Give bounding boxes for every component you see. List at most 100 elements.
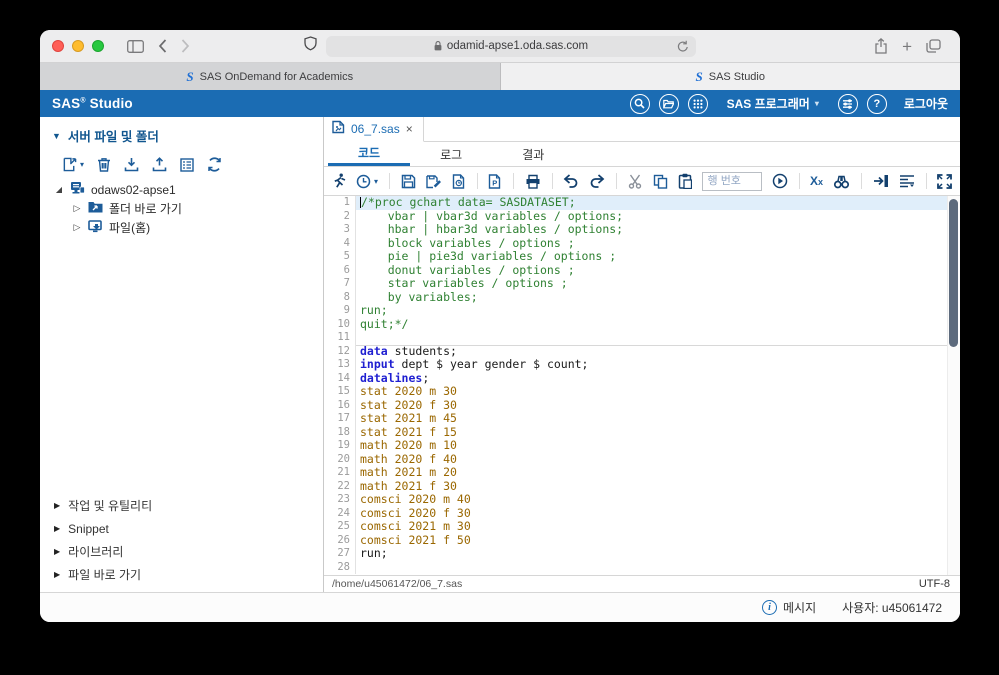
info-icon: i [762,600,777,615]
sidebar-toggle-icon[interactable] [127,40,144,53]
code-line[interactable]: 18stat 2021 f 15 [324,426,960,440]
browser-tab-sas-studio[interactable]: S SAS Studio [501,63,961,90]
tab-code[interactable]: 코드 [328,142,410,166]
code-line[interactable]: 24comsci 2020 f 30 [324,507,960,521]
refresh-button[interactable] [207,157,222,172]
code-editor[interactable]: 1/*proc gchart data= SASDATASET;2 vbar |… [324,196,960,575]
save-as-button[interactable] [426,174,442,189]
code-line[interactable]: 1/*proc gchart data= SASDATASET; [324,196,960,210]
scrollbar-thumb[interactable] [949,199,958,347]
download-button[interactable] [124,157,139,172]
code-line[interactable]: 23comsci 2020 m 40 [324,493,960,507]
tree-collapsed-icon[interactable]: ▷ [72,203,82,214]
sidebar-section-1[interactable]: ▶Snippet [40,517,323,540]
maximize-view-button[interactable] [937,174,952,189]
tree-node-server[interactable]: ◢ odaws02-apse1 [40,180,323,199]
messages-button[interactable]: i 메시지 [762,599,816,616]
sidebar-section-3[interactable]: ▶파일 바로 가기 [40,563,323,586]
forward-button[interactable] [181,39,190,53]
logout-button[interactable]: 로그아웃 [904,95,948,112]
zoom-window-button[interactable] [92,40,104,52]
code-line[interactable]: 10quit;*/ [324,318,960,332]
code-line[interactable]: 20math 2020 f 40 [324,453,960,467]
close-tab-icon[interactable]: × [406,122,413,136]
run-button[interactable] [332,173,346,189]
sidebar-section-0[interactable]: ▶작업 및 유틸리티 [40,494,323,517]
share-icon[interactable] [874,38,888,54]
code-line[interactable]: 15stat 2020 m 30 [324,385,960,399]
code-line[interactable]: 6 donut variables / options ; [324,264,960,278]
home-files-icon [88,220,103,236]
code-line[interactable]: 25comsci 2021 m 30 [324,520,960,534]
code-line[interactable]: 11 [324,331,960,345]
tab-results[interactable]: 결과 [492,142,574,166]
preferences-icon[interactable] [838,94,858,114]
code-line[interactable]: 22math 2021 f 30 [324,480,960,494]
open-folder-icon[interactable] [659,94,679,114]
code-line[interactable]: 12data students; [324,345,960,359]
copy-button[interactable] [653,174,668,189]
format-code-button[interactable] [899,174,915,188]
code-line[interactable]: 3 hbar | hbar3d variables / options; [324,223,960,237]
tree-node-files-home[interactable]: ▷ 파일(홈) [40,218,323,237]
section-collapsed-icon: ▶ [54,570,60,579]
find-replace-button[interactable] [833,174,850,189]
code-line[interactable]: 27run; [324,547,960,561]
code-line[interactable]: 9run; [324,304,960,318]
line-number-input[interactable] [702,172,762,191]
sidebar-panel-server-files[interactable]: ▼ 서버 파일 및 폴더 [40,117,323,149]
code-line[interactable]: 5 pie | pie3d variables / options ; [324,250,960,264]
code-line[interactable]: 21math 2021 m 20 [324,466,960,480]
new-item-button[interactable]: ▾ [62,157,84,172]
apps-grid-icon[interactable] [688,94,708,114]
upload-button[interactable] [152,157,167,172]
new-tab-icon[interactable]: + [902,38,912,55]
role-selector[interactable]: SAS 프로그래머 ▾ [727,95,819,112]
clear-code-button[interactable]: Xx [810,175,823,187]
minimize-window-button[interactable] [72,40,84,52]
help-icon[interactable]: ? [867,94,887,114]
code-line[interactable]: 19math 2020 m 10 [324,439,960,453]
close-window-button[interactable] [52,40,64,52]
goto-region-button[interactable] [873,174,889,188]
tab-overview-icon[interactable] [926,39,941,53]
delete-button[interactable] [97,157,111,172]
save-button[interactable] [401,174,416,189]
code-line[interactable]: 4 block variables / options ; [324,237,960,251]
folder-shortcut-icon [88,201,103,216]
address-bar[interactable]: odamid-apse1.oda.sas.com [326,36,696,57]
code-line[interactable]: 8 by variables; [324,291,960,305]
code-line[interactable]: 14datalines; [324,372,960,386]
undo-button[interactable] [563,174,579,188]
tree-expanded-icon[interactable]: ◢ [54,185,64,194]
code-line[interactable]: 28 [324,561,960,575]
line-number: 26 [324,534,356,548]
code-line[interactable]: 13input dept $ year gender $ count; [324,358,960,372]
privacy-shield-icon[interactable] [304,36,317,56]
code-line[interactable]: 17stat 2021 m 45 [324,412,960,426]
redo-button[interactable] [589,174,605,188]
editor-scrollbar[interactable] [947,196,960,575]
reload-icon[interactable] [677,40,689,56]
cut-button[interactable] [628,174,643,189]
back-button[interactable] [158,39,167,53]
properties-button[interactable] [180,158,194,172]
tab-log[interactable]: 로그 [410,142,492,166]
print-button[interactable] [525,174,541,189]
search-icon[interactable] [630,94,650,114]
goto-line-button[interactable] [772,173,788,189]
tree-collapsed-icon[interactable]: ▷ [72,222,82,233]
code-line[interactable]: 2 vbar | vbar3d variables / options; [324,210,960,224]
panel-expanded-icon: ▼ [52,131,61,141]
tree-node-folder-shortcuts[interactable]: ▷ 폴더 바로 가기 [40,199,323,218]
document-tab[interactable]: 06_7.sas × [324,117,424,142]
code-line[interactable]: 7 star variables / options ; [324,277,960,291]
browser-tab-sas-ondemand[interactable]: S SAS OnDemand for Academics [40,63,501,90]
sidebar-section-2[interactable]: ▶라이브러리 [40,540,323,563]
paste-button[interactable] [678,173,692,189]
code-line[interactable]: 26comsci 2021 f 50 [324,534,960,548]
program-summary-button[interactable]: P [488,174,502,189]
submission-history-button[interactable]: ▾ [356,174,378,189]
print-preview-button[interactable] [452,174,466,189]
code-line[interactable]: 16stat 2020 f 30 [324,399,960,413]
